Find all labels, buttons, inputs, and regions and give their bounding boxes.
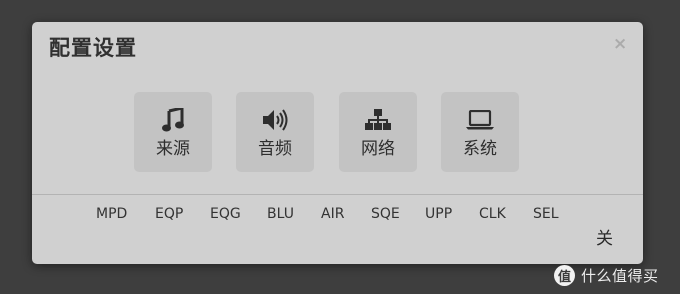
link-upp[interactable]: UPP (425, 205, 452, 223)
watermark-logo-icon: 值 (554, 264, 575, 286)
tile-system-label: 系统 (463, 139, 497, 159)
config-dialog: 配置设置 × 来源 音频 网络 系统 MPD EQP EQG BLU AIR S… (32, 22, 643, 264)
tile-network-label: 网络 (361, 139, 395, 159)
laptop-icon (441, 108, 519, 132)
link-eqp[interactable]: EQP (155, 205, 183, 223)
watermark: 值 什么值得买 (554, 262, 659, 288)
link-clk[interactable]: CLK (479, 205, 506, 223)
close-x-button[interactable]: × (613, 36, 627, 53)
close-button[interactable]: 关 (596, 229, 613, 249)
link-sel[interactable]: SEL (533, 205, 559, 223)
watermark-text: 什么值得买 (581, 266, 659, 285)
music-note-icon (134, 108, 212, 132)
dialog-title: 配置设置 (49, 36, 137, 60)
tile-network[interactable]: 网络 (339, 92, 417, 172)
tile-source-label: 来源 (156, 139, 190, 159)
link-eqg[interactable]: EQG (210, 205, 241, 223)
speaker-icon (236, 108, 314, 132)
link-mpd[interactable]: MPD (96, 205, 127, 223)
tile-system[interactable]: 系统 (441, 92, 519, 172)
tile-source[interactable]: 来源 (134, 92, 212, 172)
divider (32, 194, 643, 195)
link-air[interactable]: AIR (321, 205, 344, 223)
network-icon (339, 108, 417, 132)
link-blu[interactable]: BLU (267, 205, 294, 223)
tile-audio[interactable]: 音频 (236, 92, 314, 172)
tile-audio-label: 音频 (258, 139, 292, 159)
link-sqe[interactable]: SQE (371, 205, 400, 223)
